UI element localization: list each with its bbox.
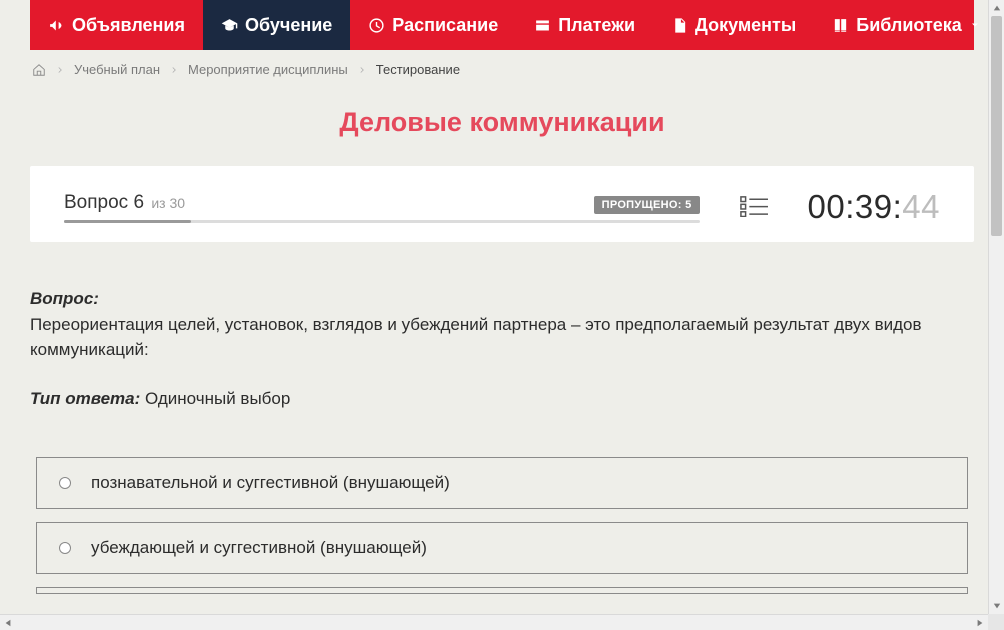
total-questions: 30 (169, 195, 185, 211)
question-counter: Вопрос 6 из 30 (64, 192, 185, 214)
nav-label: Документы (695, 15, 796, 36)
scrollbar-track[interactable] (989, 16, 1004, 598)
vertical-scrollbar[interactable] (988, 0, 1004, 614)
question-text: Переориентация целей, установок, взглядо… (30, 315, 922, 360)
option-text: познавательной и суггестивной (внушающей… (91, 473, 450, 493)
progress-block: Вопрос 6 из 30 ПРОПУЩЕНО: 5 (64, 192, 700, 223)
nav-payments[interactable]: Платежи (516, 0, 653, 50)
scroll-down-arrow[interactable] (989, 598, 1004, 614)
skipped-count: 5 (685, 199, 691, 211)
option-3-cropped[interactable] (36, 587, 968, 594)
timer-main: 00:39: (808, 188, 903, 225)
question-block: Вопрос: Переориентация целей, установок,… (30, 286, 974, 363)
megaphone-icon (48, 17, 65, 34)
nav-learning[interactable]: Обучение (203, 0, 350, 50)
status-card: Вопрос 6 из 30 ПРОПУЩЕНО: 5 (30, 166, 974, 242)
answer-type-value: Одиночный выбор (145, 389, 290, 408)
card-icon (534, 17, 551, 34)
nav-label: Обучение (245, 15, 332, 36)
current-question: 6 (133, 192, 144, 213)
chevron-right-icon (169, 65, 179, 75)
chevron-right-icon (55, 65, 65, 75)
nav-label: Расписание (392, 15, 498, 36)
radio-icon[interactable] (59, 477, 71, 489)
scrollbar-thumb[interactable] (991, 16, 1002, 236)
chevron-down-icon (969, 19, 981, 31)
question-label: Вопрос (64, 192, 128, 213)
scroll-right-arrow[interactable] (972, 615, 988, 630)
option-text: убеждающей и суггестивной (внушающей) (91, 538, 427, 558)
document-icon (671, 17, 688, 34)
scroll-left-arrow[interactable] (0, 615, 16, 630)
option-2[interactable]: убеждающей и суггестивной (внушающей) (36, 522, 968, 574)
nav-documents[interactable]: Документы (653, 0, 814, 50)
timer: 00:39:44 (808, 188, 940, 226)
skipped-badge: ПРОПУЩЕНО: 5 (594, 196, 700, 214)
timer-seconds: 44 (902, 188, 940, 225)
graduation-cap-icon (221, 17, 238, 34)
question-label: Вопрос: (30, 289, 99, 308)
answer-type-label: Тип ответа: (30, 389, 140, 408)
page-title: Деловые коммуникации (30, 107, 974, 138)
answer-type: Тип ответа: Одиночный выбор (30, 389, 974, 409)
breadcrumb-current: Тестирование (376, 62, 460, 77)
nav-label: Библиотека (856, 15, 962, 36)
options-list: познавательной и суггестивной (внушающей… (30, 457, 974, 594)
option-1[interactable]: познавательной и суггестивной (внушающей… (36, 457, 968, 509)
nav-library[interactable]: Библиотека (814, 0, 999, 50)
breadcrumb-item-activity[interactable]: Мероприятие дисциплины (188, 62, 348, 77)
main-navbar: Объявления Обучение Расписание Платежи Д… (30, 0, 974, 50)
nav-label: Объявления (72, 15, 185, 36)
of-label: из (151, 195, 165, 211)
question-grid-button[interactable] (740, 195, 768, 219)
home-icon[interactable] (32, 63, 46, 77)
horizontal-scrollbar[interactable] (0, 614, 988, 630)
nav-label: Платежи (558, 15, 635, 36)
progress-bar (64, 220, 700, 223)
scroll-up-arrow[interactable] (989, 0, 1004, 16)
clock-icon (368, 17, 385, 34)
breadcrumb-item-plan[interactable]: Учебный план (74, 62, 160, 77)
progress-fill (64, 220, 191, 223)
nav-schedule[interactable]: Расписание (350, 0, 516, 50)
chevron-right-icon (357, 65, 367, 75)
nav-announcements[interactable]: Объявления (30, 0, 203, 50)
scrollbar-corner (988, 614, 1004, 630)
book-icon (832, 17, 849, 34)
radio-icon[interactable] (59, 542, 71, 554)
breadcrumb: Учебный план Мероприятие дисциплины Тест… (30, 62, 974, 77)
skipped-label: ПРОПУЩЕНО: (602, 199, 682, 211)
